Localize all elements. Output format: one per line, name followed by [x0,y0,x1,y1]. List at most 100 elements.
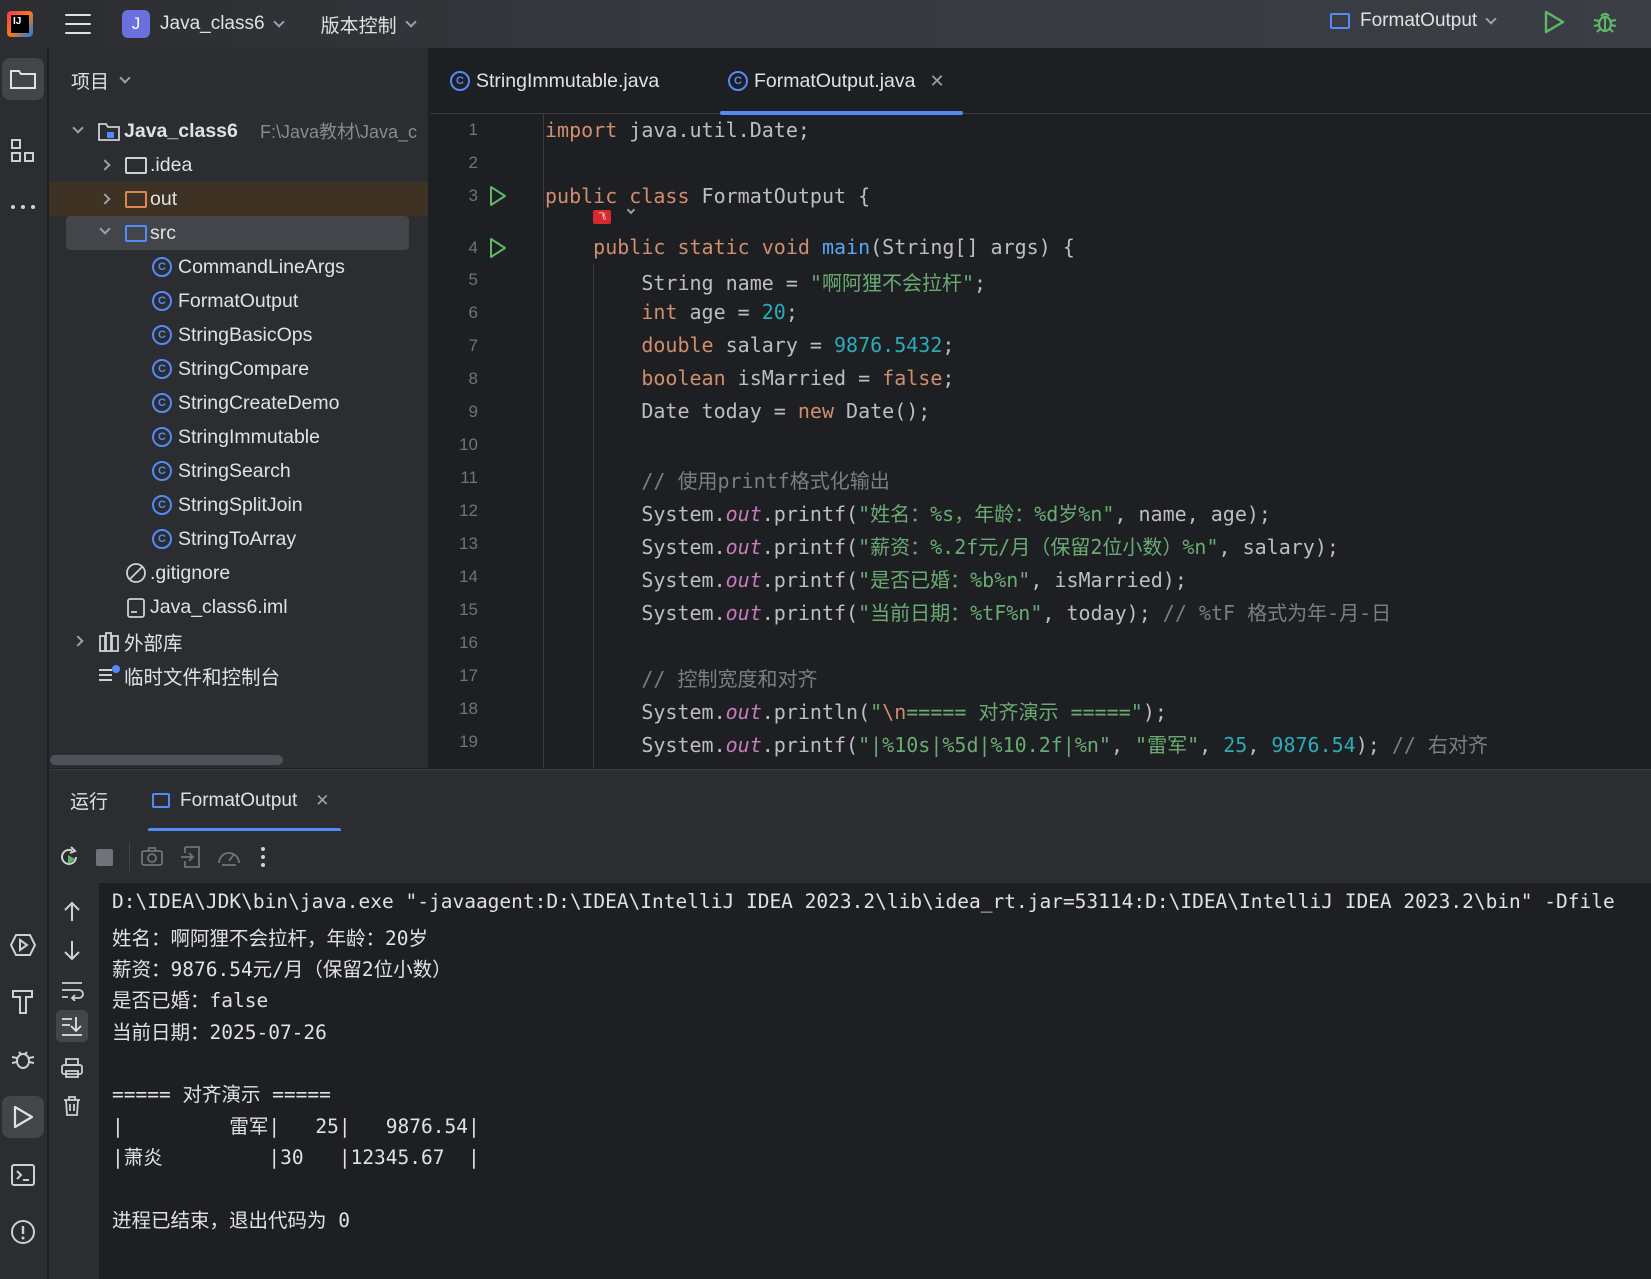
line-number: 13 [459,534,478,553]
code-line: Date today = new Date(); [545,399,931,423]
tree-item-iml[interactable]: Java_class6.iml [49,590,428,624]
print-icon[interactable] [60,1057,84,1079]
line-number: 12 [459,501,478,520]
services-icon [9,934,37,956]
line-number: 16 [459,633,478,652]
tree-item-class[interactable]: C FormatOutput [49,284,428,318]
tree-item-scratches[interactable]: 临时文件和控制台 [49,658,428,692]
tab-string-immutable[interactable]: C StringImmutable.java [450,48,659,114]
chevron-down-icon [272,15,285,28]
run-tool-button[interactable] [2,1096,44,1138]
more-vertical-icon[interactable] [257,845,269,869]
camera-icon[interactable] [140,846,164,868]
terminal-icon [11,1164,35,1186]
line-number: 3 [468,186,478,205]
chevron-down-icon [404,15,417,28]
scroll-to-end-button[interactable] [56,1010,88,1042]
project-badge[interactable]: J [122,10,150,38]
arrow-down-icon[interactable] [62,939,82,961]
trash-icon[interactable] [62,1095,82,1117]
tree-item-class[interactable]: C CommandLineArgs [49,250,428,284]
code-line: boolean isMarried = false; [641,366,955,390]
tree-item-label: 临时文件和控制台 [124,666,281,689]
tree-item-class[interactable]: C StringCreateDemo [49,386,428,420]
chevron-down-icon [72,122,84,134]
horizontal-scrollbar[interactable] [50,755,283,765]
module-file-icon [127,598,145,618]
profiler-icon[interactable] [216,845,242,869]
class-icon: C [152,257,172,277]
project-switcher[interactable]: Java_class6 [150,13,285,35]
intellij-logo-icon[interactable]: IJ [7,11,33,37]
module-folder-icon [98,122,120,147]
tree-item-external-libraries[interactable]: 外部库 [49,624,428,658]
structure-tool-button[interactable] [2,130,44,172]
source-folder-icon [125,225,147,242]
code-line: System.out.printf("薪资：%.2f元/月（保留2位小数）%n"… [545,535,1339,559]
tab-format-output[interactable]: C FormatOutput.java ✕ [720,48,963,115]
tree-item-gitignore[interactable]: .gitignore [49,556,428,590]
console-line: 进程已结束，退出代码为 0 [112,1209,350,1232]
tree-item-class[interactable]: C StringImmutable [49,420,428,454]
editor-gutter: 1 2 3 4 5 6 7 8 9 10 11 12 13 14 15 16 1… [430,114,540,768]
chevron-right-icon [99,193,111,205]
tree-item-label: Java_class6 [124,119,238,142]
project-panel-header[interactable]: 项目 [49,48,428,112]
console-line: |萧炎 |30 |12345.67 | [112,1146,480,1169]
exit-icon[interactable] [179,845,203,869]
console-line: 当前日期：2025-07-26 [112,1021,327,1044]
stop-icon[interactable] [96,849,113,866]
run-class-gutter-icon[interactable] [488,185,508,207]
tree-item-label: 外部库 [124,632,183,655]
tree-item-label: Java_class6.iml [150,595,288,618]
tree-item-class[interactable]: C StringBasicOps [49,318,428,352]
tree-item-src[interactable]: src [66,216,409,250]
project-tool-button[interactable] [2,58,44,100]
problems-tool-button[interactable] [2,1211,44,1253]
debug-tool-button[interactable] [2,1038,44,1080]
tree-item-module[interactable]: Java_class6 F:\Java教材\Java_c [49,114,428,148]
tree-item-path: F:\Java教材\Java_c [260,122,418,142]
vcs-menu-label: 版本控制 [320,15,397,37]
code-area[interactable]: import java.util.Date; public class Form… [543,114,1651,768]
class-icon: C [152,291,172,311]
console-line: D:\IDEA\JDK\bin\java.exe "-javaagent:D:\… [112,890,1615,913]
scroll-to-end-icon [62,1017,82,1036]
plugin-inlay-icon[interactable]: 飞 [593,210,611,224]
terminal-tool-button[interactable] [2,1154,44,1196]
console-output[interactable]: D:\IDEA\JDK\bin\java.exe "-javaagent:D:\… [112,883,1651,1279]
vcs-menu[interactable]: 版本控制 [311,11,417,38]
tree-item-idea[interactable]: .idea [49,148,428,182]
arrow-up-icon[interactable] [62,901,82,923]
build-tool-button[interactable] [2,980,44,1022]
close-tab-icon[interactable]: ✕ [315,791,329,811]
chevron-right-icon [72,635,84,647]
tree-item-class[interactable]: C StringCompare [49,352,428,386]
code-line: // 控制宽度和对齐 [641,667,818,691]
run-main-gutter-icon[interactable] [488,237,508,259]
run-icon[interactable] [1543,10,1565,34]
tree-item-class[interactable]: C StringToArray [49,522,428,556]
close-tab-icon[interactable]: ✕ [929,71,944,92]
more-tools-button[interactable] [2,186,44,228]
class-icon: C [450,71,470,91]
tree-item-out[interactable]: out [49,182,428,216]
line-number: 17 [459,666,478,685]
bug-icon [11,1051,35,1069]
debug-icon[interactable] [1592,9,1618,35]
tree-item-class[interactable]: C StringSplitJoin [49,488,428,522]
services-tool-button[interactable] [2,924,44,966]
main-menu-icon[interactable] [65,14,91,34]
tree-item-class[interactable]: C StringSearch [49,454,428,488]
run-tool-window: 运行 FormatOutput ✕ D:\IDEA\JDK\bin\java.e… [49,769,1651,1279]
soft-wrap-icon[interactable] [60,979,84,1001]
tree-item-label: StringSplitJoin [178,493,303,516]
run-config-selector[interactable]: FormatOutput [1330,10,1497,32]
console-line: | 雷军| 25| 9876.54| [112,1115,480,1138]
run-tab-format-output[interactable]: FormatOutput ✕ [148,770,342,832]
line-number: 4 [468,238,478,257]
chevron-right-icon [99,159,111,171]
chevron-down-icon [99,223,111,235]
hammer-icon [12,990,33,1014]
rerun-icon[interactable] [57,845,81,869]
